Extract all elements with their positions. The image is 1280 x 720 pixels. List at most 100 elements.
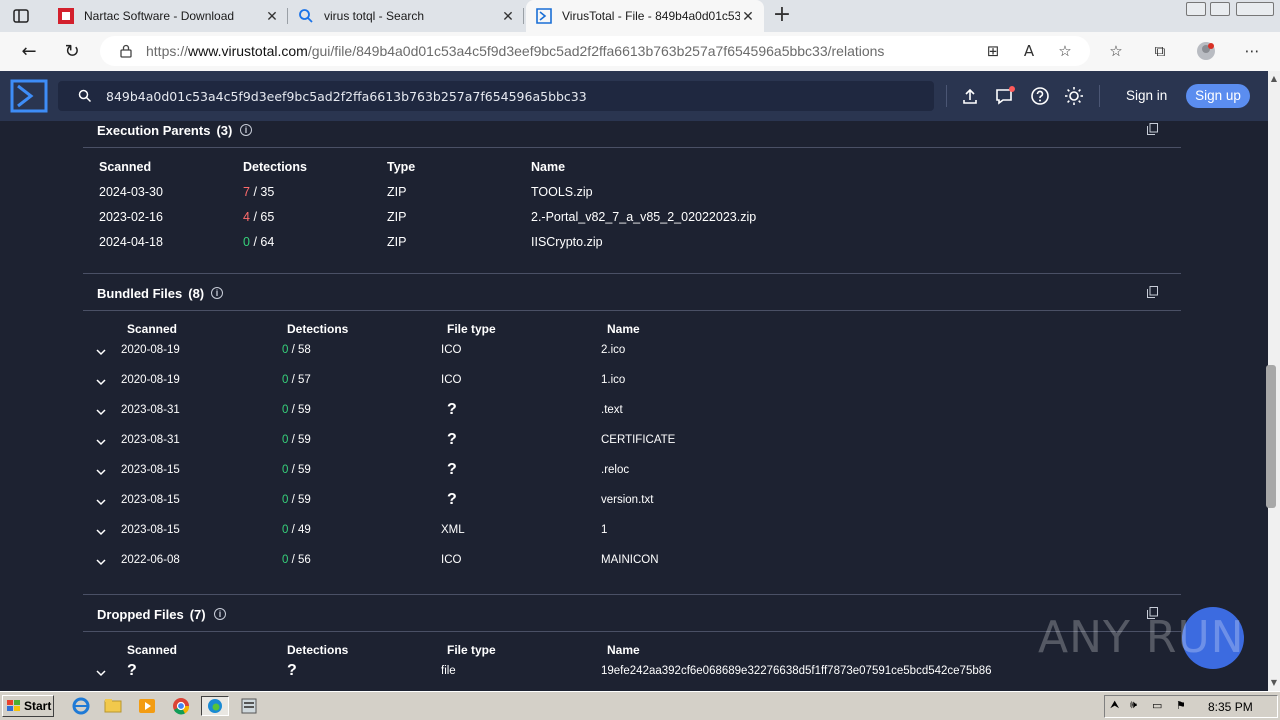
col-header-name[interactable]: Name: [607, 643, 640, 657]
chevron-down-icon[interactable]: [96, 349, 106, 356]
file-name-link[interactable]: MAINICON: [601, 554, 659, 566]
chevron-down-icon[interactable]: [96, 499, 106, 506]
col-header-scanned[interactable]: Scanned: [99, 160, 151, 174]
taskbar-clock[interactable]: 8:35 PM: [1208, 700, 1253, 714]
show-hidden-icons-icon[interactable]: ⮝: [1110, 699, 1124, 713]
notifications-chat-icon[interactable]: [995, 86, 1015, 106]
browser-address-bar: ← ↻ https://www.virustotal.com/gui/file/…: [0, 32, 1280, 71]
edge-taskbar-button[interactable]: [201, 696, 229, 716]
favorites-icon[interactable]: ☆: [1106, 41, 1126, 61]
file-name-link[interactable]: 1: [601, 524, 607, 536]
start-button[interactable]: Start: [2, 695, 54, 717]
url-input[interactable]: https://www.virustotal.com/gui/file/849b…: [100, 36, 1090, 66]
more-options-icon[interactable]: ⋯: [1242, 41, 1262, 61]
col-header-scanned[interactable]: Scanned: [127, 322, 177, 336]
maximize-icon[interactable]: [1210, 2, 1230, 16]
browser-tab-nartac[interactable]: Nartac Software - Download ✕: [48, 0, 288, 32]
chevron-down-icon[interactable]: [96, 409, 106, 416]
detection-count: 0: [243, 235, 250, 249]
hash-search-input[interactable]: 849b4a0d01c53a4c5f9d3eef9bc5ad2f2ffa6613…: [58, 81, 934, 111]
file-name-link[interactable]: 2.-Portal_v82_7_a_v85_2_02022023.zip: [531, 210, 756, 224]
browser-tab-virustotal[interactable]: VirusTotal - File - 849b4a0d01c53a ✕: [526, 0, 764, 32]
col-header-detections[interactable]: Detections: [287, 643, 348, 657]
close-tab-icon[interactable]: ✕: [500, 8, 516, 24]
col-header-detections[interactable]: Detections: [243, 160, 307, 174]
info-icon[interactable]: i: [214, 608, 226, 620]
file-name-link[interactable]: 2.ico: [601, 344, 625, 356]
network-icon[interactable]: ▭: [1152, 699, 1166, 713]
start-label: Start: [24, 699, 52, 713]
detection-count: 7: [243, 185, 250, 199]
bundled-files-title: Bundled Files (8): [97, 286, 204, 301]
back-arrow-icon[interactable]: ←: [18, 41, 40, 63]
volume-icon[interactable]: 🕪: [1130, 699, 1144, 713]
file-name-link[interactable]: 1.ico: [601, 374, 625, 386]
browser-tabstrip: Nartac Software - Download ✕ virus totql…: [0, 0, 1280, 32]
virustotal-logo-icon[interactable]: [10, 79, 48, 113]
info-icon[interactable]: i: [211, 287, 223, 299]
sign-up-button[interactable]: Sign up: [1186, 84, 1250, 108]
browser-tab-search[interactable]: virus totql - Search ✕: [288, 0, 524, 32]
profile-avatar-icon[interactable]: [1196, 41, 1216, 61]
chevron-down-icon[interactable]: [96, 670, 106, 677]
file-name-link[interactable]: CERTIFICATE: [601, 434, 675, 446]
collections-icon[interactable]: ⧉: [1150, 41, 1170, 61]
close-tab-icon[interactable]: ✕: [264, 8, 280, 24]
col-header-file-type[interactable]: File type: [447, 643, 496, 657]
minimize-icon[interactable]: [1186, 2, 1206, 16]
file-name-link[interactable]: .text: [601, 404, 623, 416]
scroll-up-arrow-icon[interactable]: ▲: [1268, 73, 1280, 85]
unknown-detections: ?: [287, 662, 297, 679]
file-type: ZIP: [387, 235, 407, 249]
refresh-icon[interactable]: ↻: [61, 41, 83, 63]
col-header-name[interactable]: Name: [531, 160, 565, 174]
upload-icon[interactable]: [960, 86, 980, 106]
chevron-down-icon[interactable]: [96, 379, 106, 386]
search-favicon-icon: [299, 9, 313, 23]
theme-toggle-sun-icon[interactable]: [1064, 86, 1084, 106]
col-header-detections[interactable]: Detections: [287, 322, 348, 336]
file-name-link[interactable]: .reloc: [601, 464, 629, 476]
chevron-down-icon[interactable]: [96, 439, 106, 446]
section-count: (8): [188, 286, 205, 301]
close-tab-icon[interactable]: ✕: [740, 8, 756, 24]
internet-explorer-icon[interactable]: [70, 696, 92, 716]
detection-count: 0: [282, 404, 289, 416]
chrome-icon[interactable]: [170, 696, 192, 716]
chevron-down-icon[interactable]: [96, 529, 106, 536]
close-window-icon[interactable]: [1236, 2, 1274, 16]
add-favorite-icon[interactable]: ☆: [1055, 41, 1075, 61]
task-manager-icon[interactable]: [238, 696, 260, 716]
col-header-scanned[interactable]: Scanned: [127, 643, 177, 657]
tab-actions-icon[interactable]: [12, 7, 30, 25]
chevron-down-icon[interactable]: [96, 559, 106, 566]
detections: 0 / 59: [282, 404, 311, 416]
file-explorer-icon[interactable]: [102, 696, 124, 716]
sign-in-link[interactable]: Sign in: [1126, 88, 1167, 103]
col-header-file-type[interactable]: File type: [447, 322, 496, 336]
scrollbar-thumb[interactable]: [1266, 365, 1276, 508]
detections: 7 / 35: [243, 185, 274, 199]
col-header-type[interactable]: Type: [387, 160, 415, 174]
media-player-icon[interactable]: [136, 696, 158, 716]
apps-icon[interactable]: ⊞: [983, 41, 1003, 61]
file-name-link[interactable]: 19efe242aa392cf6e068689e32276638d5f1ff78…: [601, 665, 992, 677]
read-aloud-icon[interactable]: A: [1019, 41, 1039, 61]
file-type: XML: [441, 524, 465, 536]
scroll-down-arrow-icon[interactable]: ▼: [1268, 677, 1280, 689]
detection-total: / 35: [253, 185, 275, 199]
chevron-down-icon[interactable]: [96, 469, 106, 476]
copy-icon[interactable]: [1147, 123, 1158, 135]
file-name-link[interactable]: IISCrypto.zip: [531, 235, 603, 249]
action-center-flag-icon[interactable]: ⚑: [1176, 699, 1190, 713]
col-header-name[interactable]: Name: [607, 322, 640, 336]
info-icon[interactable]: i: [240, 124, 252, 136]
file-type: ICO: [441, 554, 462, 566]
file-type: file: [441, 665, 456, 677]
help-icon[interactable]: [1030, 86, 1050, 106]
file-name-link[interactable]: version.txt: [601, 494, 653, 506]
new-tab-button[interactable]: +: [772, 4, 792, 26]
copy-icon[interactable]: [1147, 286, 1158, 298]
detection-total: / 65: [253, 210, 275, 224]
file-name-link[interactable]: TOOLS.zip: [531, 185, 593, 199]
